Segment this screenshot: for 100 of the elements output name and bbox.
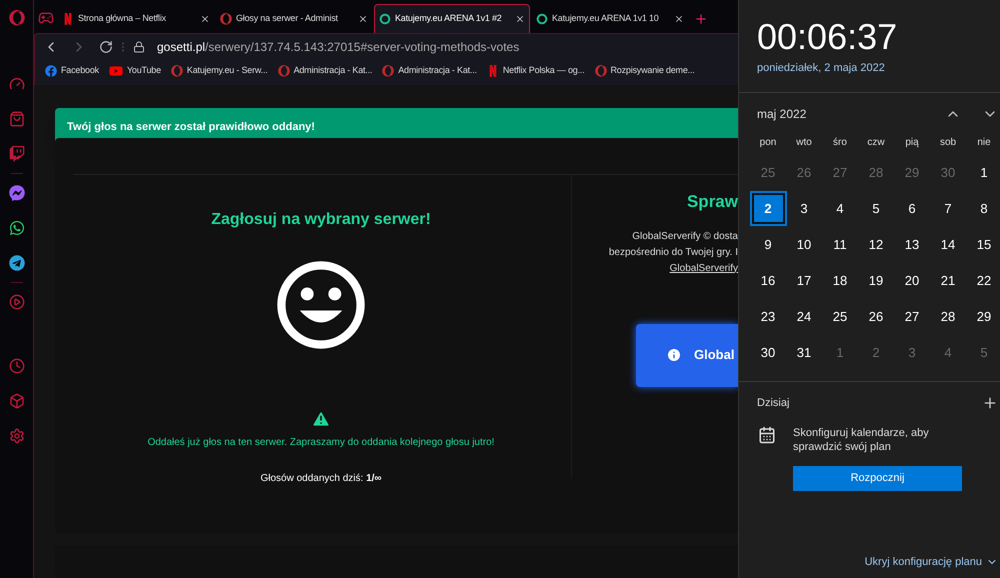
tab-title: Głosy na serwer - Administ xyxy=(236,12,339,25)
twitch-icon[interactable] xyxy=(8,146,24,162)
youtube-icon xyxy=(108,64,123,78)
calendar-day[interactable]: 27 xyxy=(896,301,928,332)
messenger-icon[interactable] xyxy=(8,185,24,201)
calendar-day[interactable]: 22 xyxy=(968,265,1000,296)
close-icon[interactable] xyxy=(515,14,525,24)
info-icon xyxy=(666,347,682,363)
close-icon[interactable] xyxy=(358,14,368,24)
weekday-label: pon xyxy=(758,136,778,150)
browser-tab[interactable]: Katujemy.eu ARENA 1v1 10 xyxy=(532,4,688,33)
bookmark[interactable]: Administracja - Kat... xyxy=(382,64,477,78)
bookmark[interactable]: Administracja - Kat... xyxy=(278,64,372,78)
player-icon[interactable] xyxy=(8,294,24,310)
verify-heading: Spraw xyxy=(686,191,738,213)
clock-date[interactable]: poniedziałek, 2 maja 2022 xyxy=(757,60,982,76)
calendar-day[interactable]: 30 xyxy=(752,337,784,368)
address-field[interactable]: gosetti.pl/serwery/137.74.5.143:27015#server-voting-methods-votes xyxy=(157,38,520,56)
weekday-label: sob xyxy=(938,136,958,150)
calendar-day[interactable]: 25 xyxy=(824,301,856,332)
add-event-icon[interactable] xyxy=(982,394,998,411)
weekday-label: czw xyxy=(866,136,886,150)
ring-icon xyxy=(536,12,548,24)
calendar-day[interactable]: 24 xyxy=(788,301,820,332)
calendar-day[interactable]: 11 xyxy=(824,229,856,260)
cube-icon[interactable] xyxy=(8,393,24,409)
weekday-label: wto xyxy=(795,136,813,150)
calendar-day[interactable]: 29 xyxy=(968,301,1000,332)
calendar-day[interactable]: 19 xyxy=(860,265,892,296)
gamepad-icon[interactable] xyxy=(38,10,54,26)
settings-icon[interactable] xyxy=(8,428,24,444)
calendar-day[interactable]: 18 xyxy=(824,265,856,296)
verify-button[interactable]: Global xyxy=(636,324,738,386)
calendar-day[interactable]: 7 xyxy=(932,193,964,224)
opera-logo-icon[interactable] xyxy=(8,10,24,26)
history-icon[interactable] xyxy=(8,358,24,374)
browser-tab[interactable]: Głosy na serwer - Administ xyxy=(216,4,372,33)
calendar-day[interactable]: 3 xyxy=(788,193,820,224)
weekday-label: pią xyxy=(904,136,920,150)
browser-tab[interactable]: Strona główna – Netflix xyxy=(58,4,214,33)
warning-icon xyxy=(311,409,331,429)
reload-icon[interactable] xyxy=(99,40,113,54)
calendar-day[interactable]: 23 xyxy=(752,301,784,332)
new-tab-icon[interactable] xyxy=(694,12,708,26)
calendar-day[interactable]: 31 xyxy=(788,337,820,368)
bookmark[interactable]: YouTube xyxy=(108,64,161,78)
calendar-day[interactable]: 20 xyxy=(896,265,928,296)
calendar-day[interactable]: 10 xyxy=(788,229,820,260)
netflix-icon xyxy=(486,65,499,77)
opera-icon xyxy=(382,65,394,77)
calendar-day[interactable]: 6 xyxy=(896,193,928,224)
netflix-icon xyxy=(62,12,74,24)
tab-title: Katujemy.eu ARENA 1v1 #2 xyxy=(395,12,503,26)
calendar-day[interactable]: 28 xyxy=(932,301,964,332)
calendar-day[interactable]: 9 xyxy=(752,229,784,260)
month-label[interactable]: maj 2022 xyxy=(757,104,945,122)
bag-icon[interactable] xyxy=(8,111,24,127)
tab-title: Katujemy.eu ARENA 1v1 10 xyxy=(552,12,660,25)
close-icon[interactable] xyxy=(674,14,684,24)
calendar-day[interactable]: 8 xyxy=(968,193,1000,224)
clock-time: 00:06:37 xyxy=(757,17,898,57)
ring-icon xyxy=(379,13,391,25)
calendar-day[interactable]: 1 xyxy=(968,157,1000,188)
bookmark[interactable]: Facebook xyxy=(45,64,99,78)
calendar-day[interactable]: 17 xyxy=(788,265,820,296)
vote-count: Głosów oddanych dziś: 1/∞ xyxy=(260,472,382,486)
today-label: Dzisiaj xyxy=(757,396,790,410)
facebook-icon xyxy=(45,65,57,77)
vote-heading: Zagłosuj na wybrany serwer! xyxy=(211,210,431,230)
calendar-icon xyxy=(758,426,776,444)
verify-text: bezpośrednio do Twojej gry. I xyxy=(608,246,738,260)
speed-dial-icon[interactable] xyxy=(8,76,24,92)
start-button[interactable]: Rozpocznij xyxy=(793,466,962,491)
calendar-day[interactable]: 16 xyxy=(752,265,784,296)
whatsapp-icon[interactable] xyxy=(8,220,24,236)
calendar-day[interactable]: 12 xyxy=(860,229,892,260)
verify-link[interactable]: GlobalServerify xyxy=(670,260,738,276)
bookmark[interactable]: Rozpisywanie deme... xyxy=(594,64,695,78)
opera-icon xyxy=(170,65,183,77)
agenda-text: Skonfiguruj kalendarze, aby sprawdzić swój plan xyxy=(793,426,930,454)
verify-text: GlobalServerify © dosta xyxy=(632,230,738,244)
weekday-label: śro xyxy=(832,136,848,150)
telegram-icon[interactable] xyxy=(8,255,24,271)
calendar-day[interactable]: 15 xyxy=(968,229,1000,260)
close-icon[interactable] xyxy=(200,14,210,24)
calendar-day[interactable]: 5 xyxy=(860,193,892,224)
browser-tab[interactable]: Katujemy.eu ARENA 1v1 #2 xyxy=(374,4,530,33)
calendar-day[interactable]: 2 xyxy=(752,193,784,224)
calendar-day[interactable]: 4 xyxy=(824,193,856,224)
calendar-day[interactable]: 21 xyxy=(932,265,964,296)
calendar-day[interactable]: 14 xyxy=(932,229,964,260)
bookmark[interactable]: Netflix Polska — og... xyxy=(486,64,584,78)
hide-plan-link[interactable]: Ukryj konfigurację planu xyxy=(864,554,982,570)
opera-icon xyxy=(278,65,290,77)
tab-title: Strona główna – Netflix xyxy=(78,12,167,25)
calendar-day[interactable]: 13 xyxy=(896,229,928,260)
calendar-day[interactable]: 26 xyxy=(860,301,892,332)
opera-icon xyxy=(594,65,606,77)
vote-message: Oddałeś już głos na ten serwer. Zapraszamy do oddania kolejnego głosu jutro! xyxy=(148,436,494,450)
bookmark[interactable]: Katujemy.eu - Serw... xyxy=(170,64,268,78)
